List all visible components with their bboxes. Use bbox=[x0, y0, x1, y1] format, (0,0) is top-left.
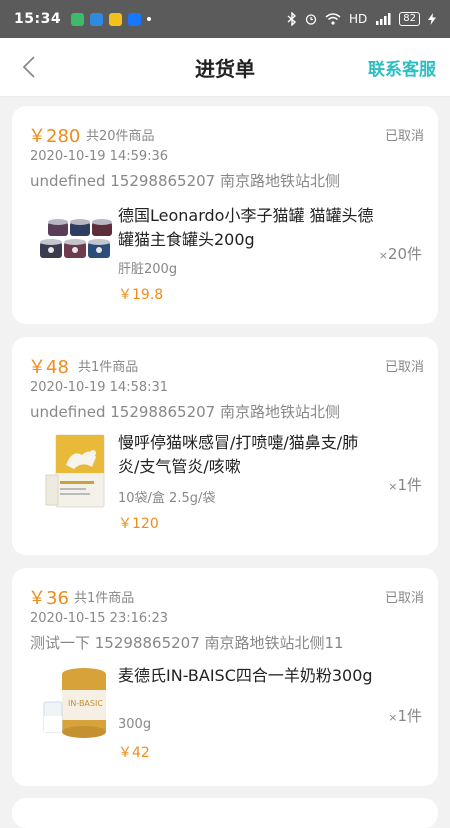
signal-icon bbox=[376, 13, 391, 25]
quantity-value: 1件 bbox=[397, 707, 422, 725]
order-amount: ￥36 bbox=[28, 588, 69, 609]
quantity-multiplier: × bbox=[378, 249, 388, 262]
order-status: 已取消 bbox=[384, 591, 424, 606]
order-address: undefined 15298865207 南京路地铁站北侧 bbox=[30, 403, 340, 421]
network-type: HD bbox=[349, 12, 368, 26]
app-notification-icon bbox=[71, 12, 85, 26]
product-spec: 肝脏200g bbox=[118, 262, 178, 277]
chevron-left-icon bbox=[22, 56, 35, 78]
order-time: 2020-10-19 14:59:36 bbox=[30, 149, 169, 164]
order-status: 已取消 bbox=[384, 360, 424, 375]
page-title: 进货单 bbox=[195, 56, 255, 81]
product-name: 麦德氏IN-BAISC四合一羊奶粉300g bbox=[118, 666, 373, 685]
status-time: 15:34 bbox=[14, 11, 62, 27]
wifi-icon bbox=[325, 13, 341, 25]
charging-icon bbox=[428, 13, 436, 25]
product-price: ￥19.8 bbox=[118, 287, 164, 303]
alarm-icon bbox=[305, 14, 317, 25]
product-spec: 300g bbox=[118, 717, 152, 732]
order-time: 2020-10-19 14:58:31 bbox=[30, 380, 169, 395]
order-address: 测试一下 15298865207 南京路地铁站北侧11 bbox=[30, 634, 344, 652]
product-quantity: ×1件 bbox=[388, 474, 422, 495]
order-card[interactable]: ￥36 共1件商品 已取消 2020-10-15 23:16:23 测试一下 1… bbox=[12, 568, 438, 786]
quantity-value: 20件 bbox=[387, 245, 422, 263]
order-card-partial[interactable] bbox=[12, 798, 438, 828]
order-amount: ￥48 bbox=[28, 357, 69, 378]
order-item-count: 共20件商品 bbox=[86, 129, 155, 144]
product-quantity: ×1件 bbox=[388, 705, 422, 726]
order-item-count: 共1件商品 bbox=[78, 360, 139, 375]
order-amount: ￥280 bbox=[28, 126, 81, 147]
quantity-value: 1件 bbox=[397, 476, 422, 494]
order-card[interactable]: ￥48 共1件商品 已取消 2020-10-19 14:58:31 undefi… bbox=[12, 337, 438, 555]
product-price: ￥120 bbox=[118, 516, 159, 532]
order-card[interactable]: ￥280 共20件商品 已取消 2020-10-19 14:59:36 unde… bbox=[12, 106, 438, 324]
product-price: ￥42 bbox=[118, 745, 150, 761]
app-notification-icon bbox=[109, 12, 123, 26]
product-name: 慢呼停猫咪感冒/打喷嚏/猫鼻支/肺炎/支气管炎/咳嗽 bbox=[118, 433, 359, 476]
order-item-count: 共1件商品 bbox=[74, 591, 135, 606]
back-button[interactable] bbox=[18, 55, 40, 79]
notification-icons bbox=[71, 12, 152, 26]
contact-service-button[interactable]: 联系客服 bbox=[368, 38, 436, 96]
product-image: IN-BASIC bbox=[38, 664, 116, 744]
more-notifications-dot bbox=[147, 17, 152, 21]
app-notification-icon bbox=[90, 12, 104, 26]
order-status: 已取消 bbox=[384, 129, 424, 144]
order-address: undefined 15298865207 南京路地铁站北侧 bbox=[30, 172, 340, 190]
product-quantity: ×20件 bbox=[379, 243, 422, 264]
nav-bar: 进货单 联系客服 bbox=[0, 38, 450, 97]
product-image bbox=[38, 204, 116, 284]
battery-icon: 82 bbox=[399, 12, 420, 26]
bluetooth-icon bbox=[287, 12, 297, 26]
order-time: 2020-10-15 23:16:23 bbox=[30, 611, 169, 626]
svg-text:IN-BASIC: IN-BASIC bbox=[68, 699, 103, 708]
status-right: HD 82 bbox=[287, 12, 436, 26]
status-bar: 15:34 HD 82 bbox=[0, 0, 450, 38]
app-notification-icon bbox=[128, 12, 142, 26]
product-spec: 10袋/盒 2.5g/袋 bbox=[118, 491, 216, 506]
product-image bbox=[38, 431, 116, 511]
product-name: 德国Leonardo小李子猫罐 猫罐头德罐猫主食罐头200g bbox=[118, 206, 374, 249]
